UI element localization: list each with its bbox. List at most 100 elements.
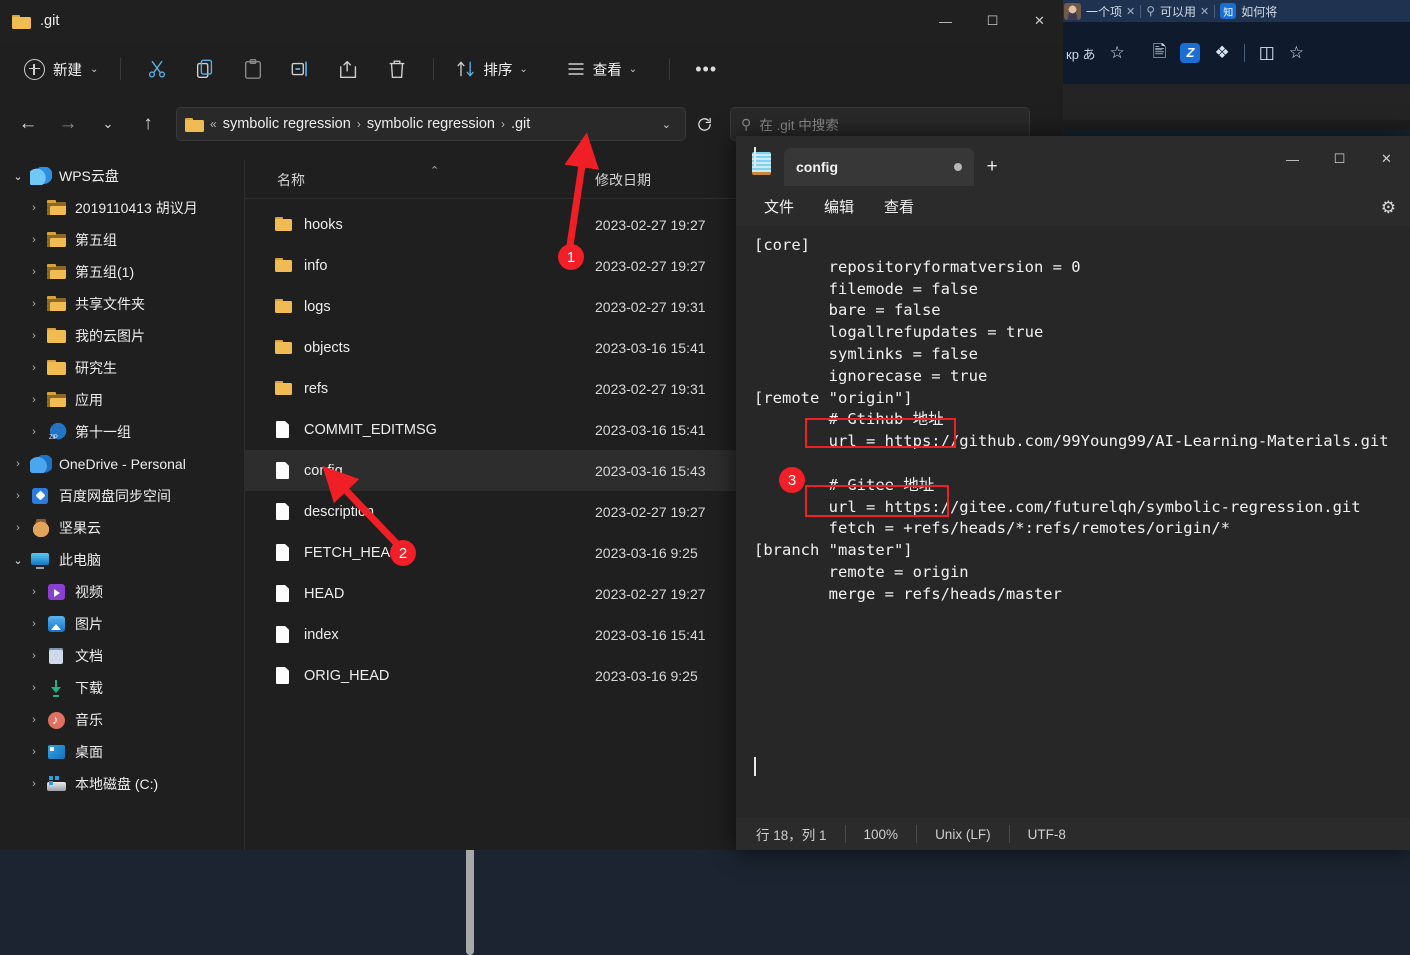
nav-item-11[interactable]: › 坚果云 bbox=[0, 512, 233, 544]
menu-file[interactable]: 文件 bbox=[752, 191, 806, 222]
nav-item-10[interactable]: › 百度网盘同步空间 bbox=[0, 480, 233, 512]
more-options-button[interactable]: ••• bbox=[682, 51, 730, 87]
cut-button[interactable] bbox=[133, 51, 181, 87]
chevron-right-icon[interactable]: › bbox=[22, 202, 46, 214]
minimize-button[interactable]: — bbox=[922, 0, 969, 42]
chevron-right-icon[interactable]: › bbox=[22, 298, 46, 310]
chevron-right-icon[interactable]: › bbox=[6, 490, 30, 502]
nav-item-17[interactable]: › 音乐 bbox=[0, 704, 233, 736]
breadcrumb-item-2[interactable]: .git bbox=[511, 116, 530, 132]
chevron-right-icon[interactable]: › bbox=[22, 618, 46, 630]
gear-icon[interactable]: ⚙ bbox=[1381, 198, 1396, 218]
collections-icon[interactable]: 🖹 bbox=[1153, 39, 1167, 68]
cursor-position[interactable]: 行 18，列 1 bbox=[736, 825, 845, 843]
nav-item-6[interactable]: › 研究生 bbox=[0, 352, 233, 384]
search-icon[interactable]: ⚲ bbox=[1146, 4, 1155, 18]
nav-item-5[interactable]: › 我的云图片 bbox=[0, 320, 233, 352]
nav-item-16[interactable]: › 下载 bbox=[0, 672, 233, 704]
close-icon[interactable]: ✕ bbox=[1200, 5, 1209, 18]
chevron-right-icon[interactable]: › bbox=[22, 394, 46, 406]
chevron-right-icon[interactable]: › bbox=[22, 234, 46, 246]
file-date: 2023-03-16 9:25 bbox=[595, 667, 698, 684]
nav-item-7[interactable]: › 应用 bbox=[0, 384, 233, 416]
chevron-right-icon[interactable]: › bbox=[22, 746, 46, 758]
view-button[interactable]: 查看 ⌄ bbox=[556, 53, 647, 86]
breadcrumb-item-1[interactable]: symbolic regression bbox=[367, 116, 495, 132]
sort-button[interactable]: 排序 ⌄ bbox=[446, 53, 537, 86]
zoom-level[interactable]: 100% bbox=[844, 825, 917, 843]
maximize-button[interactable]: ☐ bbox=[1316, 136, 1363, 182]
nav-item-9[interactable]: › OneDrive - Personal bbox=[0, 448, 233, 480]
minimize-button[interactable]: — bbox=[1269, 136, 1316, 182]
nav-item-12[interactable]: ⌄ 此电脑 bbox=[0, 544, 233, 576]
browser-tab-2[interactable]: 可以用 ✕ bbox=[1160, 3, 1209, 20]
favorites-icon[interactable]: ☆ bbox=[1289, 43, 1304, 63]
navigation-pane-scrollbar[interactable] bbox=[233, 160, 474, 955]
close-button[interactable]: ✕ bbox=[1363, 136, 1410, 182]
address-bar[interactable]: « symbolic regression › symbolic regress… bbox=[176, 107, 686, 141]
chevron-right-icon[interactable]: › bbox=[22, 330, 46, 342]
chevron-right-icon[interactable]: › bbox=[6, 522, 30, 534]
menu-edit[interactable]: 编辑 bbox=[812, 191, 866, 222]
copy-button[interactable] bbox=[181, 51, 229, 87]
nav-item-19[interactable]: › 本地磁盘 (C:) bbox=[0, 768, 233, 800]
column-header-date[interactable]: 修改日期 bbox=[595, 170, 651, 190]
chevron-right-icon[interactable]: › bbox=[22, 362, 46, 374]
chevron-down-icon[interactable]: ⌄ bbox=[656, 118, 677, 131]
paste-button[interactable] bbox=[229, 51, 277, 87]
back-button[interactable]: ← bbox=[8, 106, 48, 142]
file-name: COMMIT_EDITMSG bbox=[304, 421, 437, 438]
nav-item-label: 文档 bbox=[75, 648, 103, 664]
nav-item-15[interactable]: › 文档 bbox=[0, 640, 233, 672]
close-icon[interactable]: ✕ bbox=[1126, 5, 1135, 18]
up-button[interactable]: ↑ bbox=[128, 106, 168, 142]
nav-item-3[interactable]: › 第五组(1) bbox=[0, 256, 233, 288]
refresh-button[interactable] bbox=[686, 107, 722, 141]
nav-item-4[interactable]: › 共享文件夹 bbox=[0, 288, 233, 320]
nav-item-14[interactable]: › 图片 bbox=[0, 608, 233, 640]
new-button[interactable]: 新建 ⌄ bbox=[14, 53, 108, 86]
explorer-toolbar: 新建 ⌄ 排序 ⌄ 查看 ⌄ ••• bbox=[0, 42, 1063, 96]
line-ending[interactable]: Unix (LF) bbox=[916, 825, 1009, 843]
browser-tab-3[interactable]: 如何将 bbox=[1241, 3, 1277, 20]
breadcrumb-overflow-icon[interactable]: « bbox=[210, 117, 217, 131]
chevron-right-icon[interactable]: › bbox=[22, 266, 46, 278]
browser-profile-avatar[interactable] bbox=[1064, 2, 1081, 20]
maximize-button[interactable]: ☐ bbox=[969, 0, 1016, 42]
zotero-icon[interactable]: Z bbox=[1180, 43, 1201, 63]
chevron-right-icon[interactable]: › bbox=[22, 714, 46, 726]
chevron-right-icon[interactable]: › bbox=[6, 458, 30, 470]
column-header-name[interactable]: 名称 bbox=[277, 170, 305, 190]
nav-item-18[interactable]: › 桌面 bbox=[0, 736, 233, 768]
split-screen-icon[interactable]: ◫ bbox=[1259, 43, 1275, 63]
breadcrumb-item-0[interactable]: symbolic regression bbox=[223, 116, 351, 132]
browser-tab-1[interactable]: 一个项 ✕ bbox=[1086, 3, 1135, 20]
extensions-icon[interactable]: ❖ bbox=[1214, 43, 1229, 63]
nav-item-8[interactable]: › 第十一组 bbox=[0, 416, 233, 448]
add-favorite-icon[interactable]: ☆ bbox=[1110, 43, 1125, 63]
share-button[interactable] bbox=[325, 51, 373, 87]
chevron-right-icon[interactable]: › bbox=[22, 586, 46, 598]
new-tab-button[interactable]: + bbox=[974, 148, 1010, 186]
chevron-down-icon[interactable]: ⌄ bbox=[6, 554, 30, 567]
recent-locations-button[interactable]: ⌄ bbox=[88, 106, 128, 142]
menu-view[interactable]: 查看 bbox=[872, 191, 926, 222]
notepad-text-area[interactable]: [core] repositoryformatversion = 0 filem… bbox=[736, 226, 1410, 818]
nav-item-13[interactable]: › 视频 bbox=[0, 576, 233, 608]
encoding[interactable]: UTF-8 bbox=[1008, 825, 1084, 843]
nav-item-2[interactable]: › 第五组 bbox=[0, 224, 233, 256]
forward-button[interactable]: → bbox=[48, 106, 88, 142]
delete-button[interactable] bbox=[373, 51, 421, 87]
chevron-right-icon[interactable]: › bbox=[22, 650, 46, 662]
navigation-pane[interactable]: ⌄ WPS云盘 › 2019110413 胡议月 › 第五组 › 第五组(1) › 共享文件夹 › 我… bbox=[0, 160, 233, 850]
chevron-right-icon[interactable]: › bbox=[22, 426, 46, 438]
chevron-down-icon[interactable]: ⌄ bbox=[6, 170, 30, 183]
nav-item-0[interactable]: ⌄ WPS云盘 bbox=[0, 160, 233, 192]
nav-item-1[interactable]: › 2019110413 胡议月 bbox=[0, 192, 233, 224]
rename-button[interactable] bbox=[277, 51, 325, 87]
chevron-right-icon[interactable]: › bbox=[22, 778, 46, 790]
notepad-tab-config[interactable]: config bbox=[784, 148, 974, 186]
column-divider[interactable] bbox=[581, 168, 582, 188]
chevron-right-icon[interactable]: › bbox=[22, 682, 46, 694]
close-button[interactable]: ✕ bbox=[1016, 0, 1063, 42]
